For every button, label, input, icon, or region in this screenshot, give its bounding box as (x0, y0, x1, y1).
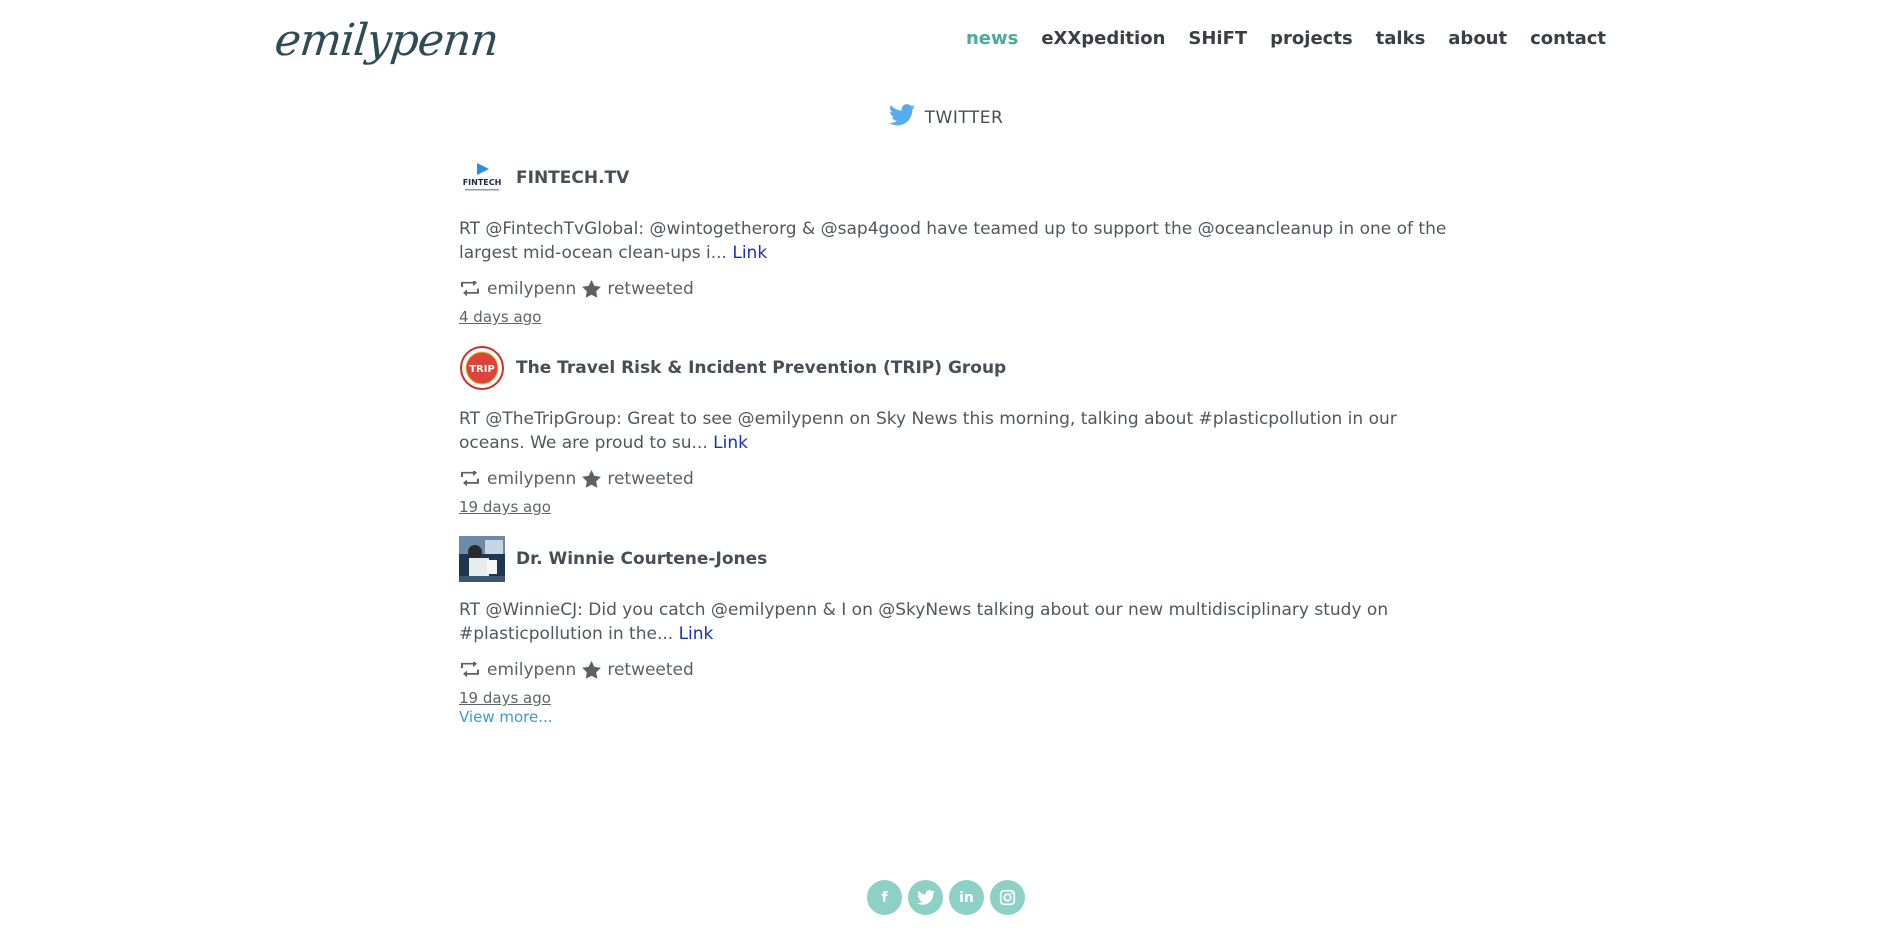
tweet-body: RT @FintechTvGlobal: @wintogetherorg & @… (459, 219, 1447, 263)
tweet-author[interactable]: Dr. Winnie Courtene-Jones (516, 549, 767, 569)
tweet-item: Dr. Winnie Courtene-Jones RT @WinnieCJ: … (459, 536, 1449, 714)
site-logo[interactable]: emilypenn (271, 2, 500, 80)
retweet-icon (459, 281, 481, 297)
nav-talks[interactable]: talks (1376, 28, 1426, 49)
view-more-link[interactable]: View more... (459, 708, 1449, 726)
avatar-trip-text: TRIP (469, 364, 495, 375)
avatar-fintech[interactable]: FINTECH (459, 155, 505, 201)
tweet-link[interactable]: Link (732, 243, 767, 263)
tweet-meta: emilypenn retweeted (459, 467, 1449, 491)
nav-about[interactable]: about (1448, 28, 1507, 49)
tweet-header: Dr. Winnie Courtene-Jones (459, 536, 1449, 582)
retweet-icon (459, 471, 481, 487)
tweet-feed: FINTECH FINTECH.TV RT @FintechTvGlobal: … (459, 155, 1449, 726)
tweet-author[interactable]: FINTECH.TV (516, 168, 629, 188)
twitter-feed-heading: TWITTER (0, 104, 1892, 131)
retweeter-name: emilypenn (487, 279, 577, 299)
linkedin-glyph: in (959, 889, 974, 906)
star-icon (582, 280, 602, 298)
tweet-body: RT @WinnieCJ: Did you catch @emilypenn &… (459, 600, 1389, 644)
nav-expedition[interactable]: eXXpedition (1041, 28, 1165, 49)
nav-shift[interactable]: SHiFT (1188, 28, 1247, 49)
facebook-glyph: f (881, 889, 888, 906)
nav-projects[interactable]: projects (1270, 28, 1353, 49)
star-icon (582, 661, 602, 679)
tweet-timestamp[interactable]: 4 days ago (459, 306, 1449, 328)
tweet-author[interactable]: The Travel Risk & Incident Prevention (T… (516, 358, 1006, 378)
retweet-action: retweeted (607, 660, 694, 680)
nav-contact[interactable]: contact (1530, 28, 1606, 49)
tweet-header: FINTECH FINTECH.TV (459, 155, 1449, 201)
tweet-timestamp[interactable]: 19 days ago (459, 687, 1449, 709)
tweet-text: RT @TheTripGroup: Great to see @emilypen… (459, 407, 1449, 455)
tweet-link[interactable]: Link (713, 433, 748, 453)
tweet-timestamp[interactable]: 19 days ago (459, 496, 1449, 518)
twitter-icon[interactable] (908, 880, 943, 915)
tweet-meta: emilypenn retweeted (459, 658, 1449, 682)
instagram-icon[interactable] (990, 880, 1025, 915)
star-icon (582, 470, 602, 488)
retweet-icon (459, 662, 481, 678)
tweet-meta: emilypenn retweeted (459, 277, 1449, 301)
tweet-link[interactable]: Link (679, 624, 714, 644)
tweet-body: RT @TheTripGroup: Great to see @emilypen… (459, 409, 1397, 453)
tweet-text: RT @FintechTvGlobal: @wintogetherorg & @… (459, 217, 1449, 265)
tweet-item: FINTECH FINTECH.TV RT @FintechTvGlobal: … (459, 155, 1449, 345)
twitter-bird-icon (888, 104, 915, 131)
retweet-action: retweeted (607, 469, 694, 489)
retweet-action: retweeted (607, 279, 694, 299)
facebook-icon[interactable]: f (867, 880, 902, 915)
tweet-item: TRIP The Travel Risk & Incident Preventi… (459, 345, 1449, 536)
main-nav: news eXXpedition SHiFT projects talks ab… (966, 28, 1606, 49)
site-header: emilypenn news eXXpedition SHiFT project… (0, 0, 1892, 90)
retweeter-name: emilypenn (487, 469, 577, 489)
feed-title: TWITTER (924, 107, 1004, 128)
nav-news[interactable]: news (966, 28, 1018, 49)
retweeter-name: emilypenn (487, 660, 577, 680)
avatar-winnie[interactable] (459, 536, 505, 582)
social-links: f in (0, 880, 1892, 915)
linkedin-icon[interactable]: in (949, 880, 984, 915)
avatar-trip[interactable]: TRIP (459, 345, 505, 391)
tweet-text: RT @WinnieCJ: Did you catch @emilypenn &… (459, 598, 1449, 646)
tweet-header: TRIP The Travel Risk & Incident Preventi… (459, 345, 1449, 391)
avatar-fintech-text: FINTECH (463, 178, 502, 187)
